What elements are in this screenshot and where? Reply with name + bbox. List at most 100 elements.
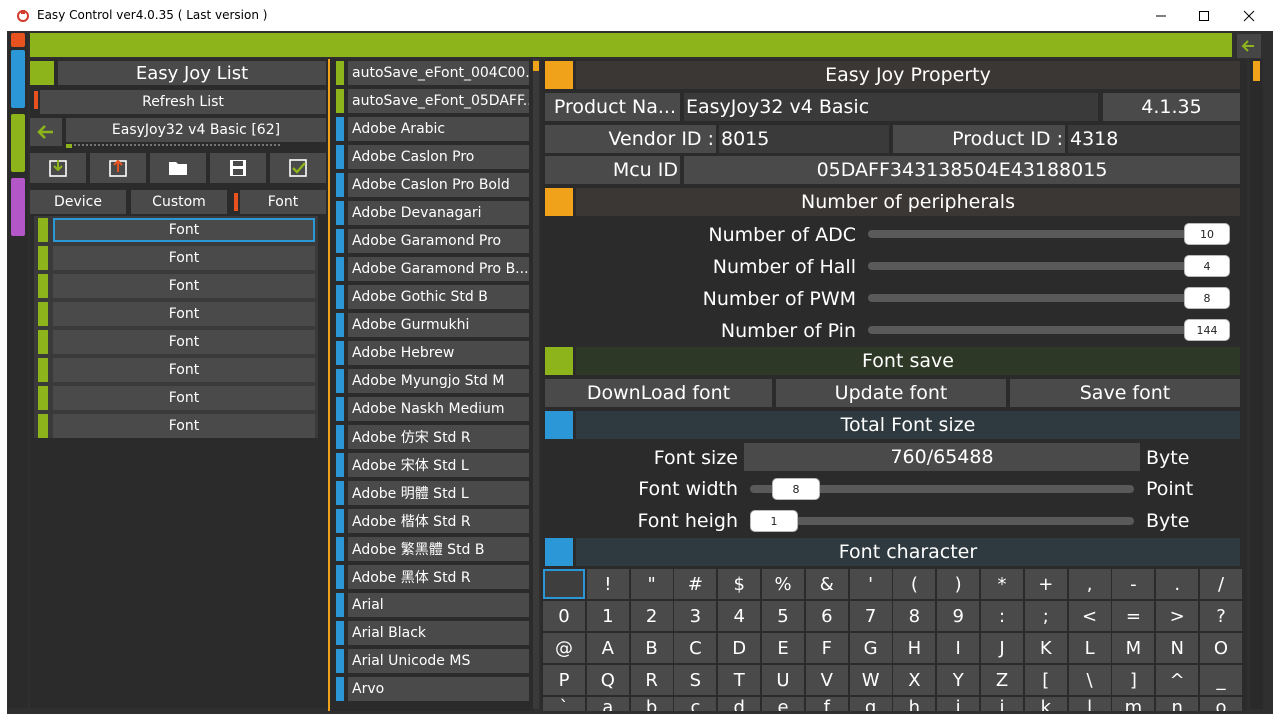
character-key[interactable]: P (543, 665, 585, 695)
character-key[interactable]: Q (586, 665, 629, 695)
side-tab-blue[interactable] (11, 50, 25, 108)
apply-button[interactable] (270, 153, 326, 183)
character-key[interactable]: % (762, 569, 804, 599)
font-list-item[interactable]: Adobe Caslon Pro (348, 145, 529, 169)
character-key[interactable]: e (762, 697, 804, 711)
font-list-scrollbar[interactable] (533, 59, 539, 709)
character-key[interactable]: h (893, 697, 936, 711)
peripheral-value[interactable]: 4 (1184, 255, 1230, 277)
character-key[interactable]: < (1068, 601, 1111, 631)
character-key[interactable]: H (893, 633, 936, 663)
font-list-item[interactable]: Adobe Hebrew (348, 341, 529, 365)
side-tab-green[interactable] (11, 114, 25, 172)
character-key[interactable]: T (718, 665, 761, 695)
character-key[interactable]: - (1112, 569, 1155, 599)
character-key[interactable]: _ (1200, 665, 1242, 695)
character-key[interactable]: a (586, 697, 629, 711)
font-list-item[interactable]: Arvo (348, 677, 529, 701)
character-key[interactable]: " (630, 569, 673, 599)
tab-custom[interactable]: Custom (131, 190, 227, 214)
character-key[interactable]: O (1200, 633, 1242, 663)
character-key[interactable]: l (1068, 697, 1111, 711)
character-key[interactable]: 4 (718, 601, 761, 631)
font-list-item[interactable]: Adobe Arabic (348, 117, 529, 141)
character-key[interactable]: V (805, 665, 848, 695)
font-list-item[interactable]: Adobe Garamond Pro B... (348, 257, 529, 281)
refresh-list-button[interactable]: Refresh List (40, 90, 326, 114)
font-slot[interactable]: Font (53, 414, 315, 438)
font-width-value[interactable]: 8 (772, 478, 820, 500)
peripheral-slider[interactable] (868, 230, 1230, 238)
font-list-item[interactable]: Adobe Caslon Pro Bold (348, 173, 529, 197)
character-key[interactable]: A (586, 633, 629, 663)
character-key[interactable]: ! (586, 569, 629, 599)
font-slot[interactable]: Font (53, 358, 315, 382)
character-key[interactable]: K (1024, 633, 1067, 663)
save-file-button[interactable] (210, 153, 266, 183)
character-key[interactable]: \ (1068, 665, 1111, 695)
character-key[interactable]: 0 (543, 601, 585, 631)
maximize-button[interactable] (1181, 0, 1227, 31)
font-height-value[interactable]: 1 (750, 510, 798, 532)
character-key[interactable]: > (1156, 601, 1199, 631)
font-slot[interactable]: Font (53, 218, 315, 242)
font-list-item[interactable]: Adobe 繁黑體 Std B (348, 537, 529, 561)
font-list-item[interactable]: Adobe 黑体 Std R (348, 565, 529, 589)
device-name-label[interactable]: EasyJoy32 v4 Basic [62] (66, 118, 326, 142)
character-key[interactable]: b (630, 697, 673, 711)
character-key[interactable]: = (1112, 601, 1155, 631)
font-list-item[interactable]: Adobe Naskh Medium (348, 397, 529, 421)
font-list-item[interactable]: Adobe Gothic Std B (348, 285, 529, 309)
character-key[interactable]: m (1112, 697, 1155, 711)
peripheral-slider[interactable] (868, 294, 1230, 302)
character-key[interactable]: S (674, 665, 717, 695)
character-key[interactable]: g (849, 697, 892, 711)
character-key[interactable]: 1 (586, 601, 629, 631)
character-key[interactable]: + (1024, 569, 1067, 599)
download-device-button[interactable] (30, 153, 86, 183)
character-key[interactable]: U (762, 665, 804, 695)
font-list-item[interactable]: Adobe Garamond Pro (348, 229, 529, 253)
font-height-slider[interactable] (750, 517, 1134, 525)
character-key[interactable]: . (1156, 569, 1199, 599)
peripheral-value[interactable]: 8 (1184, 287, 1230, 309)
font-list-item[interactable]: autoSave_eFont_05DAFF... (348, 89, 529, 113)
character-key[interactable]: X (893, 665, 936, 695)
font-slot[interactable]: Font (53, 246, 315, 270)
character-key[interactable]: Y (937, 665, 980, 695)
character-key[interactable]: E (762, 633, 804, 663)
character-key[interactable]: , (1068, 569, 1111, 599)
character-key[interactable]: L (1068, 633, 1111, 663)
character-key[interactable]: ) (937, 569, 980, 599)
property-scrollbar[interactable] (1250, 59, 1263, 709)
close-button[interactable] (1226, 0, 1272, 31)
character-key[interactable]: N (1156, 633, 1199, 663)
character-key[interactable]: 5 (762, 601, 804, 631)
font-list-item[interactable]: Adobe 楷体 Std R (348, 509, 529, 533)
font-list-item[interactable]: Adobe Devanagari (348, 201, 529, 225)
tab-device[interactable]: Device (30, 190, 126, 214)
character-key[interactable]: ? (1200, 601, 1242, 631)
character-key[interactable]: ` (543, 697, 585, 711)
update-font-button[interactable]: Update font (776, 379, 1006, 407)
character-key[interactable]: 8 (893, 601, 936, 631)
character-key[interactable]: C (674, 633, 717, 663)
tab-font[interactable]: Font (240, 190, 326, 214)
character-key[interactable]: B (630, 633, 673, 663)
character-key[interactable]: ^ (1156, 665, 1199, 695)
peripheral-value[interactable]: 144 (1184, 319, 1230, 341)
character-key[interactable]: ; (1024, 601, 1067, 631)
font-list-item[interactable]: Adobe 明體 Std L (348, 481, 529, 505)
side-tab-purple[interactable] (11, 178, 25, 236)
character-key[interactable]: f (805, 697, 848, 711)
character-key[interactable]: : (981, 601, 1023, 631)
character-key[interactable]: k (1024, 697, 1067, 711)
character-key[interactable]: Z (981, 665, 1023, 695)
character-key[interactable]: n (1156, 697, 1199, 711)
character-key[interactable]: ' (849, 569, 892, 599)
character-key[interactable] (543, 569, 585, 599)
font-slot[interactable]: Font (53, 386, 315, 410)
font-list-item[interactable]: Adobe 宋体 Std L (348, 453, 529, 477)
character-key[interactable]: 7 (849, 601, 892, 631)
character-key[interactable]: d (718, 697, 761, 711)
